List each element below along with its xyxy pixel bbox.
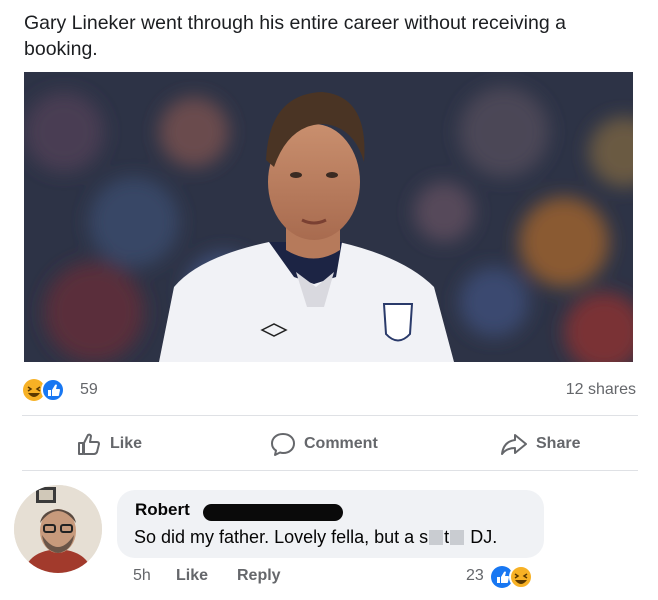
share-icon [501,434,527,455]
like-icon [41,378,65,402]
comment-label: Comment [304,435,378,452]
post-photo[interactable] [24,72,633,362]
divider [22,470,638,471]
reaction-icons[interactable] [22,377,74,403]
comment-text-end: DJ. [470,527,498,547]
divider [22,415,638,416]
share-button[interactable]: Share [500,428,580,460]
share-label: Share [536,435,581,452]
comment-text-fragment: t [444,527,450,547]
share-count[interactable]: 12 shares [566,381,636,399]
haha-icon [509,565,533,589]
comment-bubble: Robert So did my father. Lovely fella, b… [117,490,544,558]
commenter-name[interactable]: Robert [135,500,190,520]
comment-reaction-icons [491,565,533,589]
comment-icon [271,433,295,456]
comment-button[interactable]: Comment [270,428,378,460]
like-button[interactable]: Like [76,428,142,460]
like-label: Like [110,435,143,452]
comment-text-start: So did my father. Lovely fella, but a s [134,527,429,547]
commenter-photo [14,485,102,573]
comment-like-button[interactable]: Like [176,567,208,585]
thumbs-up-icon [78,433,100,455]
redacted-surname [203,504,343,521]
footballer-photo [24,72,633,362]
comment-reply-button[interactable]: Reply [237,567,281,585]
post-text: Gary Lineker went through his entire car… [24,12,566,60]
redaction-mark [450,530,465,545]
comment-text: So did my father. Lovely fella, but a s t… [134,527,497,548]
comment-reaction-count: 23 [466,567,484,584]
comment-time[interactable]: 5h [133,567,151,585]
avatar[interactable] [14,485,102,573]
post-reactions-row: 59 12 shares [22,377,636,403]
redaction-mark [429,530,444,545]
reaction-count[interactable]: 59 [80,381,98,399]
